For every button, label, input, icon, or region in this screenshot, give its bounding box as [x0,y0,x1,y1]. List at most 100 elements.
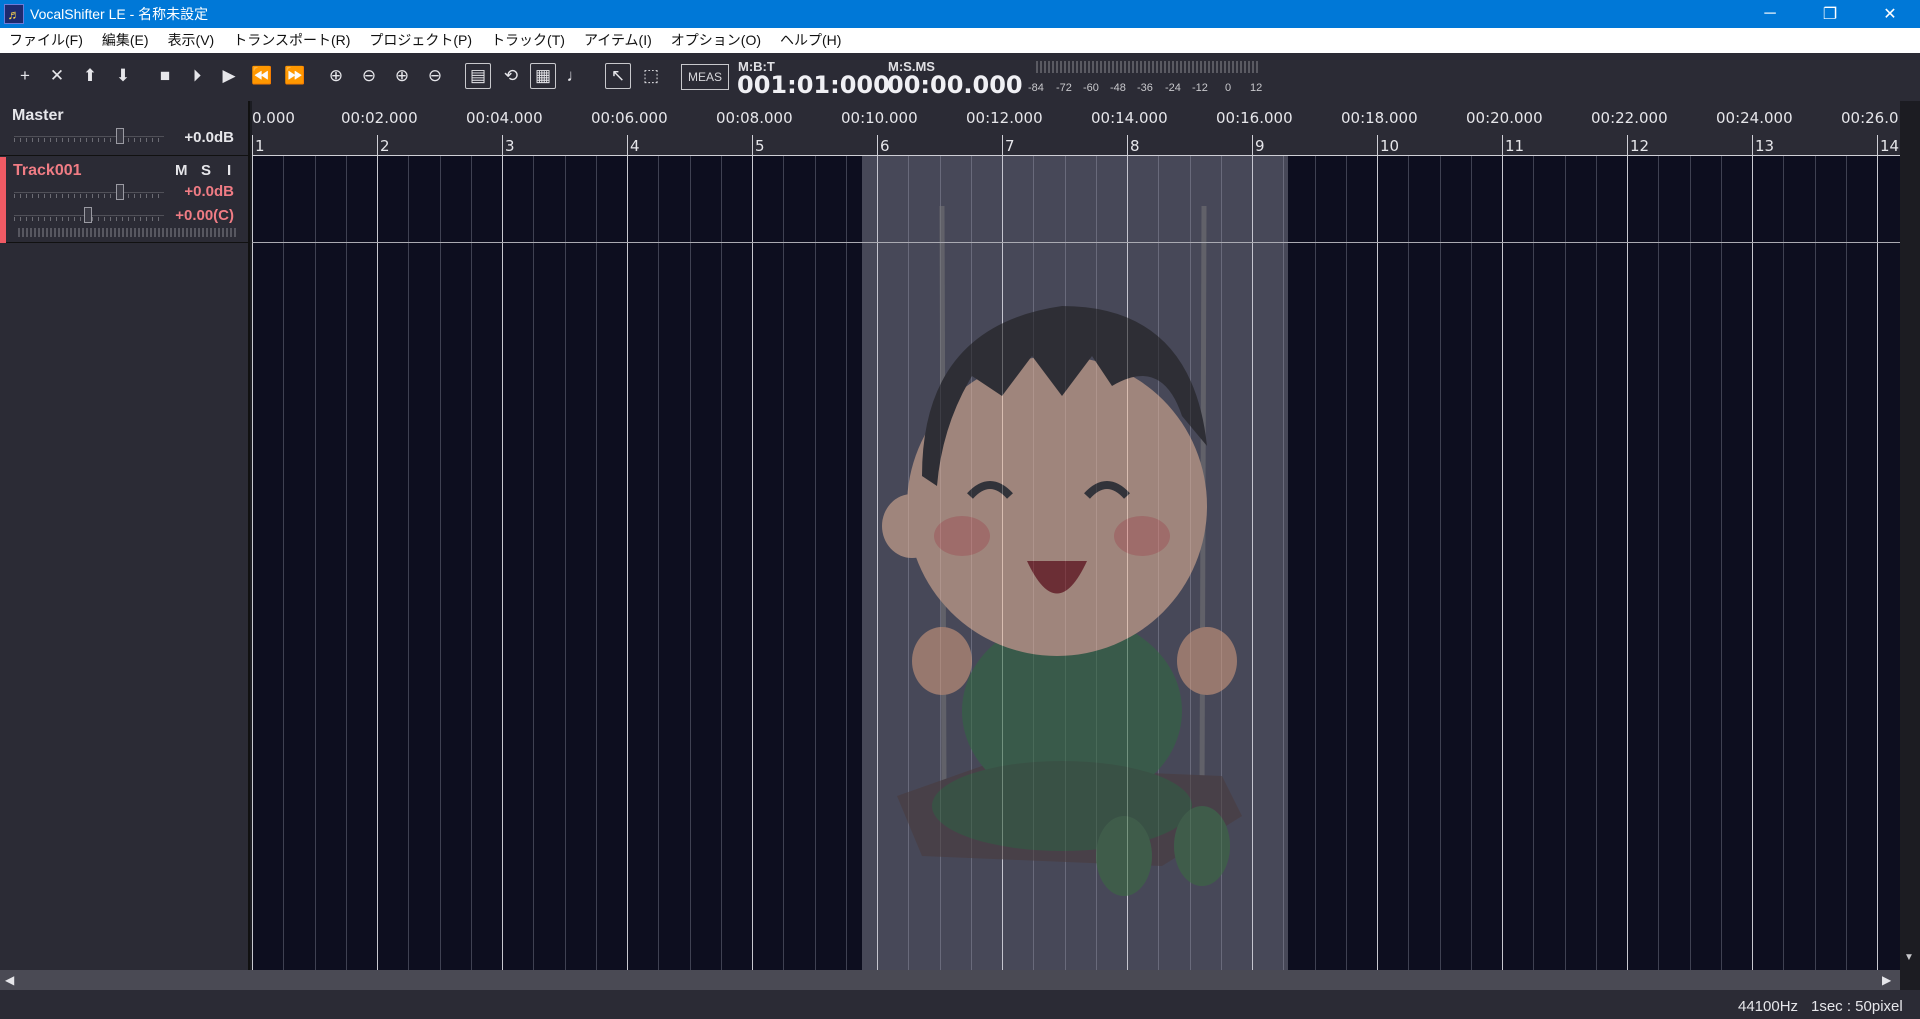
ruler-measure-tick [752,135,753,155]
track-volume-value: +0.0dB [184,183,234,200]
ruler-measure-label: 10 [1380,137,1400,155]
boy-cheek-right [1114,516,1170,556]
ruler-time-label: 00:02.000 [341,109,418,127]
master-level-meter [1036,61,1258,73]
zoom-out-horizontal-icon[interactable]: ⊖ [356,63,382,89]
track-pan-slider[interactable] [14,207,164,223]
menu-options[interactable]: オプション(O) [662,28,771,53]
scroll-follow-icon[interactable]: ▤ [465,63,491,89]
track-volume-slider[interactable] [14,184,164,200]
grid-beat-line [1814,156,1816,970]
vocalshifter-window: ♬ VocalShifter LE - 名称未設定 ─ ❐ ✕ ファイル(F) … [0,0,1920,1019]
ruler-time-label: 0.000 [252,109,295,127]
restore-button[interactable]: ❐ [1800,0,1860,28]
grid-bar-line [752,156,753,970]
ruler-measure-tick [1377,135,1378,155]
menu-transport[interactable]: トランスポート(R) [224,28,360,53]
ruler-time-label: 00:16.000 [1216,109,1293,127]
zoom-scale: 1sec : 50pixel [1811,998,1903,1015]
grid-beat-line [533,156,535,970]
boy-legs [932,761,1192,851]
master-volume-slider[interactable] [14,128,164,144]
meter-scale-label: -72 [1056,82,1072,94]
grid-beat-line [1439,156,1441,970]
menu-view[interactable]: 表示(V) [159,28,225,53]
grid-bar-line [252,156,253,970]
window-title: VocalShifter LE - 名称未設定 [30,6,209,22]
grid-bar-line [1627,156,1628,970]
ruler-time-label: 00:20.000 [1466,109,1543,127]
delete-track-icon[interactable]: ✕ [44,63,70,89]
track-header-track001[interactable]: Track001 M S I +0.0dB +0.00(C) [0,157,248,243]
minimize-button[interactable]: ─ [1740,0,1800,28]
ruler-measure-label: 8 [1130,137,1140,155]
grid-beat-line [1314,156,1316,970]
stop-icon[interactable]: ■ [152,63,178,89]
menu-edit[interactable]: 編集(E) [93,28,159,53]
mbt-position: 001:01:000 [737,71,890,99]
zoom-in-vertical-icon[interactable]: ⊕ [389,63,415,89]
scroll-left-arrow-icon[interactable]: ◀ [5,973,14,987]
grid-beat-line [345,156,347,970]
timeline-canvas[interactable] [252,156,1900,970]
metronome-icon[interactable]: ♩ [562,63,588,89]
menu-help[interactable]: ヘルプ(H) [771,28,851,53]
grid-beat-line [283,156,285,970]
horizontal-scrollbar[interactable]: ◀ ▶ [0,970,1900,990]
menu-project[interactable]: プロジェクト(P) [360,28,482,53]
track-name: Track001 [13,162,82,179]
ruler-time-label: 00:26.0 [1841,109,1899,127]
track-lane-separator [252,242,1900,243]
ruler-measure-label: 6 [880,137,890,155]
grid-beat-line [1845,156,1847,970]
grid-beat-line [1595,156,1597,970]
menu-track[interactable]: トラック(T) [482,28,575,53]
timeline-ruler[interactable]: 0.000 00:02.000 00:04.000 00:06.000 00:08.00… [252,101,1900,156]
ruler-time-label: 00:04.000 [466,109,543,127]
msms-position: 00:00.000 [887,71,1023,99]
solo-button[interactable]: S [201,162,211,179]
slider-thumb[interactable] [116,128,124,144]
zoom-in-horizontal-icon[interactable]: ⊕ [323,63,349,89]
range-select-tool-icon[interactable]: ⬚ [638,63,664,89]
slider-thumb[interactable] [84,207,92,223]
close-button[interactable]: ✕ [1860,0,1920,28]
vertical-scrollbar[interactable]: ▼ [1900,101,1920,970]
grid-icon[interactable]: ▦ [530,63,556,89]
ruler-measure-label: 14 [1880,137,1900,155]
add-track-icon[interactable]: + [12,63,38,89]
ruler-measure-tick [502,135,503,155]
boy-ear [882,494,942,558]
move-down-icon[interactable]: ⬇ [110,63,136,89]
boy-hand-right [1177,627,1237,695]
slider-thumb[interactable] [116,184,124,200]
status-bar: 44100Hz 1sec : 50pixel [0,990,1920,1019]
loop-icon[interactable]: ⟲ [498,63,524,89]
grid-beat-line [439,156,441,970]
fast-forward-icon[interactable]: ⏩ [282,63,308,89]
move-up-icon[interactable]: ⬆ [77,63,103,89]
grid-beat-line [783,156,785,970]
mute-button[interactable]: M [175,162,188,179]
track-panel: Master +0.0dB Track001 M S I +0.0dB +0.0… [0,101,250,970]
ruler-measure-tick [1252,135,1253,155]
menu-file[interactable]: ファイル(F) [0,28,93,53]
scroll-down-arrow-icon[interactable]: ▼ [1904,952,1914,963]
meas-button[interactable]: MEAS [681,64,729,90]
ruler-measure-label: 13 [1755,137,1775,155]
rewind-icon[interactable]: ⏪ [249,63,275,89]
ruler-measure-tick [877,135,878,155]
grid-bar-line [627,156,628,970]
invert-button[interactable]: I [227,162,231,179]
menu-item[interactable]: アイテム(I) [575,28,662,53]
zoom-out-vertical-icon[interactable]: ⊖ [422,63,448,89]
grid-beat-line [814,156,816,970]
ruler-time-label: 00:18.000 [1341,109,1418,127]
scroll-right-arrow-icon[interactable]: ▶ [1882,973,1891,987]
play-icon[interactable]: ▶ [216,63,242,89]
play-from-start-icon[interactable]: ⏵ [184,63,210,89]
ruler-measure-label: 9 [1255,137,1265,155]
ruler-measure-tick [1627,135,1628,155]
ruler-measure-label: 7 [1005,137,1015,155]
pointer-tool-icon[interactable]: ↖ [605,63,631,89]
